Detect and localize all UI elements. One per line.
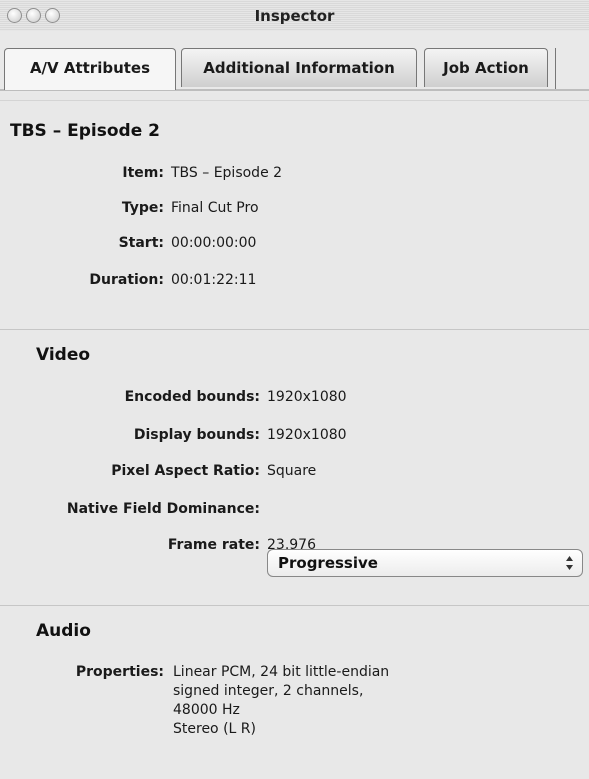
- field-dominance-selected-value: Progressive: [278, 554, 378, 572]
- pixel-aspect-label: Pixel Aspect Ratio:: [111, 463, 260, 479]
- encoded-bounds-label: Encoded bounds:: [124, 389, 260, 405]
- audio-section: Audio Properties: Linear PCM, 24 bit lit…: [0, 605, 589, 779]
- field-dominance-label: Native Field Dominance:: [66, 501, 260, 517]
- start-label: Start:: [118, 235, 164, 251]
- video-heading: Video: [36, 345, 91, 365]
- properties-line-2: signed integer, 2 channels,: [173, 683, 364, 699]
- duration-value: 00:01:22:11: [171, 272, 257, 288]
- tab-strip-edge: [555, 48, 556, 89]
- field-dominance-select[interactable]: Progressive: [267, 549, 583, 577]
- duration-label: Duration:: [89, 272, 164, 288]
- display-bounds-label: Display bounds:: [133, 427, 260, 443]
- title-bar: Inspector: [0, 0, 589, 32]
- display-bounds-value: 1920x1080: [267, 427, 347, 443]
- properties-value: Linear PCM, 24 bit little-endian signed …: [173, 664, 389, 740]
- pixel-aspect-value: Square: [267, 463, 317, 479]
- tab-job-action[interactable]: Job Action: [424, 48, 548, 87]
- start-value: 00:00:00:00: [171, 235, 257, 251]
- properties-label: Properties:: [75, 664, 164, 680]
- type-value: Final Cut Pro: [171, 200, 259, 216]
- type-label: Type:: [121, 200, 164, 216]
- audio-heading: Audio: [36, 621, 91, 641]
- up-down-arrows-icon: [566, 556, 573, 570]
- summary-heading: TBS – Episode 2: [10, 121, 160, 141]
- encoded-bounds-value: 1920x1080: [267, 389, 347, 405]
- summary-section: TBS – Episode 2 Item: TBS – Episode 2 Ty…: [0, 101, 589, 329]
- tab-av-attributes[interactable]: A/V Attributes: [4, 48, 176, 90]
- properties-line-4: Stereo (L R): [173, 721, 256, 737]
- item-label: Item:: [122, 165, 164, 181]
- tab-additional-information[interactable]: Additional Information: [181, 48, 417, 87]
- item-value: TBS – Episode 2: [171, 165, 283, 181]
- frame-rate-label: Frame rate:: [167, 537, 260, 553]
- window-title: Inspector: [254, 7, 335, 25]
- properties-line-1: Linear PCM, 24 bit little-endian: [173, 664, 390, 680]
- properties-line-3: 48000 Hz: [173, 702, 240, 718]
